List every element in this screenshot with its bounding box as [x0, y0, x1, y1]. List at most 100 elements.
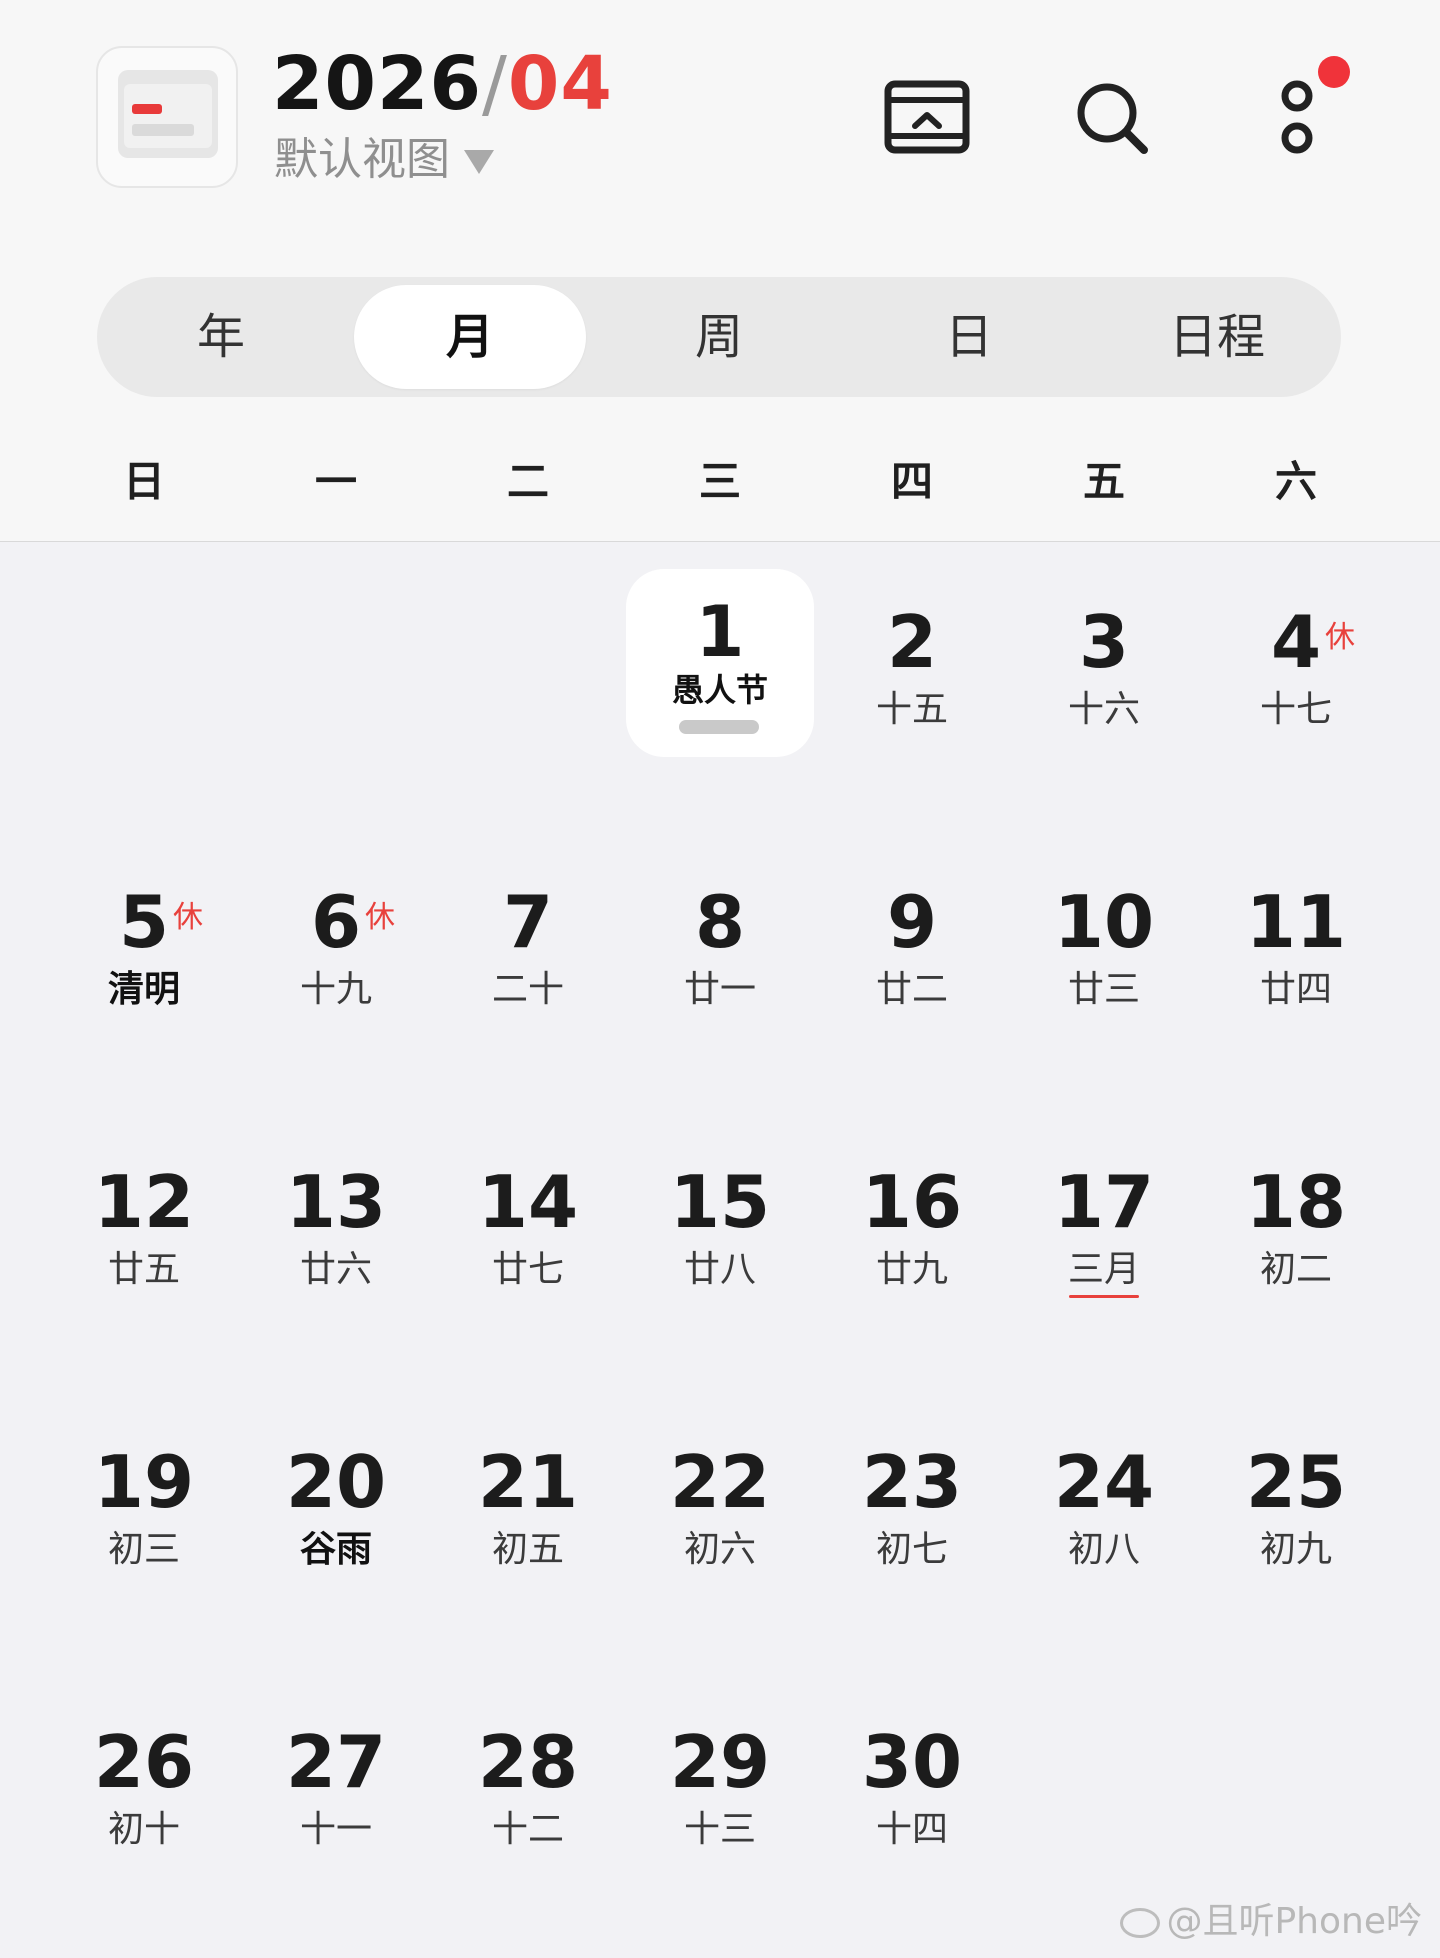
month-title[interactable]: 2026/04 — [272, 44, 613, 124]
day-cell[interactable]: 11 廿四 — [1201, 882, 1391, 1070]
day-cell[interactable]: 25 初九 — [1201, 1442, 1391, 1630]
day-cell[interactable]: 9 廿二 — [817, 882, 1007, 1070]
holiday-rest-badge: 休 — [173, 900, 203, 935]
lunar-date: 十七 — [1259, 689, 1332, 730]
day-number: 11 — [1245, 880, 1347, 964]
day-cell[interactable]: 23 初七 — [817, 1442, 1007, 1630]
tab-day[interactable]: 日 — [853, 285, 1085, 389]
day-cell[interactable]: 7 二十 — [433, 882, 623, 1070]
day-cell[interactable]: 6 十九 休 — [241, 882, 431, 1070]
day-number: 20 — [285, 1440, 387, 1524]
holiday-rest-badge: 休 — [1325, 620, 1355, 655]
notification-dot — [1318, 56, 1350, 88]
day-cell[interactable]: 30 十四 — [817, 1722, 1007, 1910]
lunar-month-underline — [1069, 1295, 1139, 1298]
weekday-label: 三 — [698, 457, 741, 506]
day-number: 30 — [861, 1720, 963, 1804]
card-grey-bar — [132, 124, 194, 136]
day-cell[interactable]: 16 廿九 — [817, 1162, 1007, 1350]
search-icon[interactable] — [1074, 80, 1150, 156]
lunar-date: 初九 — [1259, 1529, 1332, 1570]
app-icon[interactable] — [96, 46, 238, 188]
more-vertical-icon[interactable] — [1274, 78, 1320, 158]
lunar-date: 廿七 — [491, 1249, 564, 1290]
day-number: 9 — [886, 880, 938, 964]
lunar-date: 初二 — [1259, 1249, 1332, 1290]
lunar-date: 十九 — [299, 969, 372, 1010]
lunar-date: 谷雨 — [299, 1529, 372, 1570]
lunar-date: 三月 — [1067, 1249, 1140, 1290]
title-separator: / — [481, 41, 508, 127]
day-cell[interactable]: 3 十六 — [1009, 602, 1199, 790]
day-cell[interactable]: 14 廿七 — [433, 1162, 623, 1350]
lunar-date: 初五 — [491, 1529, 564, 1570]
day-cell[interactable]: 13 廿六 — [241, 1162, 431, 1350]
lunar-date: 十四 — [875, 1809, 948, 1850]
day-cell[interactable]: 27 十一 — [241, 1722, 431, 1910]
day-cell[interactable]: 18 初二 — [1201, 1162, 1391, 1350]
holiday-rest-badge: 休 — [365, 900, 395, 935]
title-month: 04 — [507, 41, 613, 127]
watermark: @且听Phone吟 — [1120, 1900, 1422, 1944]
lunar-date: 廿六 — [299, 1249, 372, 1290]
day-number: 4 — [1270, 600, 1322, 684]
day-cell[interactable]: 22 初六 — [625, 1442, 815, 1630]
tab-month[interactable]: 月 — [354, 285, 586, 389]
day-number: 8 — [694, 880, 746, 964]
view-selector[interactable]: 默认视图 — [274, 132, 494, 188]
lunar-date: 愚人节 — [671, 671, 768, 709]
day-number: 13 — [285, 1160, 387, 1244]
day-number: 5 — [118, 880, 170, 964]
day-number: 28 — [477, 1720, 579, 1804]
day-cell[interactable]: 24 初八 — [1009, 1442, 1199, 1630]
dropdown-caret-icon — [464, 150, 494, 174]
day-cell[interactable]: 26 初十 — [49, 1722, 239, 1910]
day-cell-today[interactable]: 1 愚人节 — [625, 592, 815, 790]
day-number: 19 — [93, 1440, 195, 1524]
day-cell[interactable]: 2 十五 — [817, 602, 1007, 790]
day-cell[interactable]: 19 初三 — [49, 1442, 239, 1630]
lunar-date: 二十 — [491, 969, 564, 1010]
weekday-label: 五 — [1082, 457, 1125, 506]
lunar-date: 廿四 — [1259, 969, 1332, 1010]
lunar-date: 初三 — [107, 1529, 180, 1570]
day-number: 24 — [1053, 1440, 1155, 1524]
lunar-date: 十三 — [683, 1809, 756, 1850]
lunar-date: 十二 — [491, 1809, 564, 1850]
day-cell[interactable]: 4 十七 休 — [1201, 602, 1391, 790]
day-cell[interactable]: 10 廿三 — [1009, 882, 1199, 1070]
calendar-card-icon — [118, 70, 218, 158]
day-cell[interactable]: 15 廿八 — [625, 1162, 815, 1350]
day-cell[interactable]: 29 十三 — [625, 1722, 815, 1910]
day-number: 23 — [861, 1440, 963, 1524]
day-cell[interactable]: 5 清明 休 — [49, 882, 239, 1070]
tab-year[interactable]: 年 — [105, 285, 337, 389]
lunar-date: 初七 — [875, 1529, 948, 1570]
weekday-label: 四 — [890, 457, 933, 506]
calendar-return-icon[interactable] — [884, 80, 970, 154]
day-cell[interactable]: 12 廿五 — [49, 1162, 239, 1350]
lunar-date: 初八 — [1067, 1529, 1140, 1570]
view-tabs: 年 月 周 日 日程 — [97, 277, 1341, 397]
day-cell[interactable]: 28 十二 — [433, 1722, 623, 1910]
day-number: 16 — [861, 1160, 963, 1244]
lunar-date: 清明 — [107, 969, 180, 1010]
lunar-date: 十一 — [299, 1809, 372, 1850]
day-number: 14 — [477, 1160, 579, 1244]
lunar-date: 初十 — [107, 1809, 180, 1850]
lunar-date: 廿九 — [875, 1249, 948, 1290]
weekday-label: 一 — [314, 457, 357, 506]
weekday-label: 日 — [122, 457, 165, 506]
day-number: 18 — [1245, 1160, 1347, 1244]
day-number: 3 — [1078, 600, 1130, 684]
day-number: 6 — [310, 880, 362, 964]
lunar-date: 廿二 — [875, 969, 948, 1010]
day-cell[interactable]: 8 廿一 — [625, 882, 815, 1070]
day-cell[interactable]: 20 谷雨 — [241, 1442, 431, 1630]
day-cell[interactable]: 21 初五 — [433, 1442, 623, 1630]
day-cell[interactable]: 17 三月 — [1009, 1162, 1199, 1350]
weibo-logo-icon — [1120, 1908, 1161, 1938]
tab-week[interactable]: 周 — [603, 285, 835, 389]
tab-schedule[interactable]: 日程 — [1101, 285, 1333, 389]
day-number: 2 — [886, 600, 938, 684]
